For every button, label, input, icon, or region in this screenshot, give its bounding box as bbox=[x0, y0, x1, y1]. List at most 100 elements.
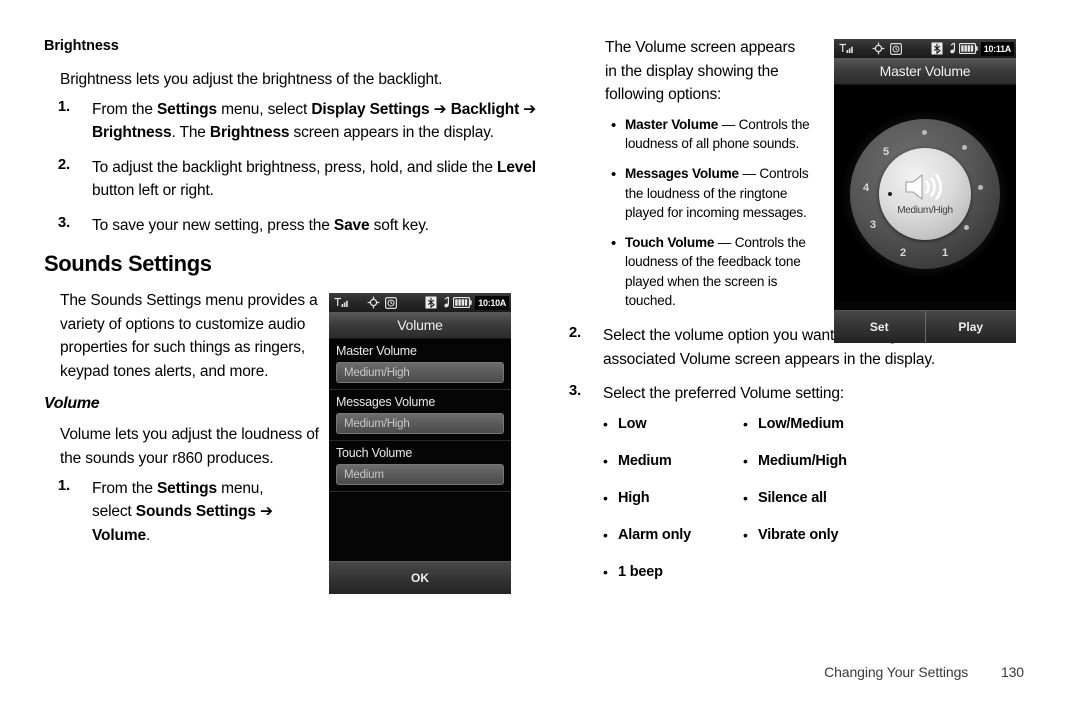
setting-bullet: • Vibrate only bbox=[743, 526, 933, 544]
body-text: screen appears in the display. bbox=[289, 124, 494, 142]
status-right-group: 10:10A bbox=[425, 295, 509, 310]
status-right-group: 10:11A bbox=[931, 41, 1014, 56]
status-time: 10:10A bbox=[475, 295, 509, 310]
signal-bars-icon bbox=[334, 297, 348, 307]
body-text: menu, select bbox=[216, 100, 312, 118]
emphasis-text: Settings bbox=[156, 479, 217, 497]
status-bar: 10:11A bbox=[834, 39, 1016, 58]
volume-row-value[interactable]: Medium/High bbox=[336, 413, 504, 434]
setting-bullet: • Alarm only bbox=[603, 526, 743, 544]
step-text: From the Settings menu, select Sounds Se… bbox=[70, 477, 294, 548]
emphasis-text: Sounds Settings ➔ bbox=[135, 503, 273, 521]
dial-tick-dot bbox=[964, 224, 969, 230]
status-mid-group bbox=[872, 42, 902, 55]
numbered-step: 3. To save your new setting, press the Sa… bbox=[44, 214, 544, 238]
emphasis-text: Brightness bbox=[209, 124, 290, 142]
step-text: To save your new setting, press the Save… bbox=[70, 214, 544, 238]
dial-inner-knob[interactable]: Medium/High bbox=[879, 147, 971, 240]
volume-row-label: Messages Volume bbox=[336, 395, 436, 409]
dial-tick-dot bbox=[962, 144, 967, 150]
volume-dial[interactable]: 1 2 3 4 5 Medium/High bbox=[842, 110, 1008, 277]
status-bar: 10:10A bbox=[329, 293, 511, 312]
music-note-icon bbox=[444, 296, 450, 308]
brightness-heading: Brightness bbox=[44, 38, 119, 54]
setting-bullet: • Medium/High bbox=[743, 452, 933, 470]
volume-row-label: Touch Volume bbox=[336, 446, 413, 460]
setting-label: Low/Medium bbox=[758, 415, 844, 432]
setting-bullets-column-2: • Low/Medium • Medium/High • Silence all • Vibr… bbox=[743, 415, 933, 565]
volume-rows: Master Volume Medium/High Messages Volume M… bbox=[329, 339, 511, 492]
step-number: 3. bbox=[568, 382, 581, 400]
bullet-dot: • bbox=[611, 166, 617, 184]
set-soft-key[interactable]: Set bbox=[834, 320, 925, 334]
setting-label: Vibrate only bbox=[758, 526, 839, 543]
volume-dial-area: 1 2 3 4 5 Medium/High bbox=[834, 85, 1016, 302]
signal-bars-icon bbox=[839, 43, 853, 53]
speaker-volume-icon bbox=[905, 173, 942, 201]
step-text: To adjust the backlight brightness, pres… bbox=[70, 156, 544, 203]
bullet-dot: • bbox=[603, 526, 608, 543]
setting-label: Medium/High bbox=[758, 452, 847, 469]
dial-position-marker bbox=[888, 191, 892, 196]
ok-soft-key[interactable]: OK bbox=[329, 571, 511, 585]
setting-label: Alarm only bbox=[618, 526, 691, 543]
volume-row-value[interactable]: Medium/High bbox=[336, 362, 504, 383]
step-text: Select the preferred Volume setting: bbox=[581, 382, 975, 406]
bullet-dot: • bbox=[743, 415, 748, 432]
option-bullet-text: Touch Volume — Controls the loudness of … bbox=[625, 233, 811, 310]
dial-number-4: 4 bbox=[863, 181, 869, 194]
dial-number-3: 3 bbox=[870, 218, 876, 231]
bullet-dot: • bbox=[603, 563, 608, 580]
music-note-icon bbox=[950, 42, 955, 54]
step-number: 2. bbox=[568, 324, 581, 342]
dial-number-2: 2 bbox=[900, 246, 906, 259]
emphasis-text: Save bbox=[333, 216, 370, 234]
volume-screen-intro: The Volume screen appears in the display… bbox=[605, 39, 796, 104]
setting-label: 1 beep bbox=[618, 563, 663, 580]
dial-tick-dot bbox=[922, 129, 927, 135]
play-soft-key[interactable]: Play bbox=[926, 320, 1017, 334]
volume-row-value[interactable]: Medium bbox=[336, 464, 504, 485]
numbered-step: 1. From the Settings menu, select Display… bbox=[44, 98, 544, 145]
option-bullet-text: Messages Volume — Controls the loudness … bbox=[625, 164, 811, 222]
setting-bullet: • Medium bbox=[603, 452, 743, 470]
volume-option-bullets: • Master Volume — Controls the loudness o… bbox=[611, 115, 811, 311]
setting-bullet: • Low bbox=[603, 415, 743, 433]
dial-number-1: 1 bbox=[942, 246, 948, 259]
status-mid-group bbox=[367, 296, 397, 309]
setting-bullet: • Low/Medium bbox=[743, 415, 933, 433]
bullet-dot: • bbox=[743, 489, 748, 506]
battery-icon bbox=[453, 297, 472, 308]
alarm-icon bbox=[385, 296, 397, 309]
brightness-step-list: 1. From the Settings menu, select Display… bbox=[44, 98, 544, 238]
dial-current-value: Medium/High bbox=[897, 205, 953, 216]
setting-bullet: • High bbox=[603, 489, 743, 507]
bullet-dot: • bbox=[603, 489, 608, 506]
body-text: Select the preferred Volume setting: bbox=[603, 385, 845, 403]
setting-bullet: • Silence all bbox=[743, 489, 933, 507]
emphasis-text: Display Settings ➔ bbox=[311, 100, 447, 118]
emphasis-text: Volume bbox=[92, 526, 146, 544]
body-text: From the bbox=[92, 100, 157, 118]
step-number: 3. bbox=[57, 213, 70, 231]
bluetooth-icon bbox=[425, 296, 437, 309]
soft-key-bar: Set Play bbox=[834, 310, 1016, 343]
step-number: 1. bbox=[57, 97, 70, 115]
status-left-group bbox=[839, 43, 855, 55]
status-time: 10:11A bbox=[980, 41, 1014, 56]
bullet-dot: • bbox=[743, 452, 748, 469]
body-text: . The bbox=[171, 124, 210, 142]
setting-label: Silence all bbox=[758, 489, 827, 506]
gps-icon bbox=[872, 42, 885, 55]
setting-label: Low bbox=[618, 415, 647, 432]
setting-label: High bbox=[618, 489, 650, 506]
phone-screenshot-volume-list: 10:10A Volume Master Volume Medium/High Me… bbox=[329, 293, 511, 594]
sounds-settings-intro: The Sounds Settings menu provides a vari… bbox=[60, 292, 318, 380]
screen-title: Master Volume bbox=[834, 58, 1016, 85]
gps-icon bbox=[367, 296, 380, 309]
manual-page: Brightness Brightness lets you adjust th… bbox=[0, 0, 1080, 720]
battery-icon bbox=[958, 43, 978, 54]
setting-label: Medium bbox=[618, 452, 672, 469]
sounds-settings-heading: Sounds Settings bbox=[44, 251, 212, 277]
numbered-step: 3. Select the preferred Volume setting: bbox=[555, 382, 975, 406]
